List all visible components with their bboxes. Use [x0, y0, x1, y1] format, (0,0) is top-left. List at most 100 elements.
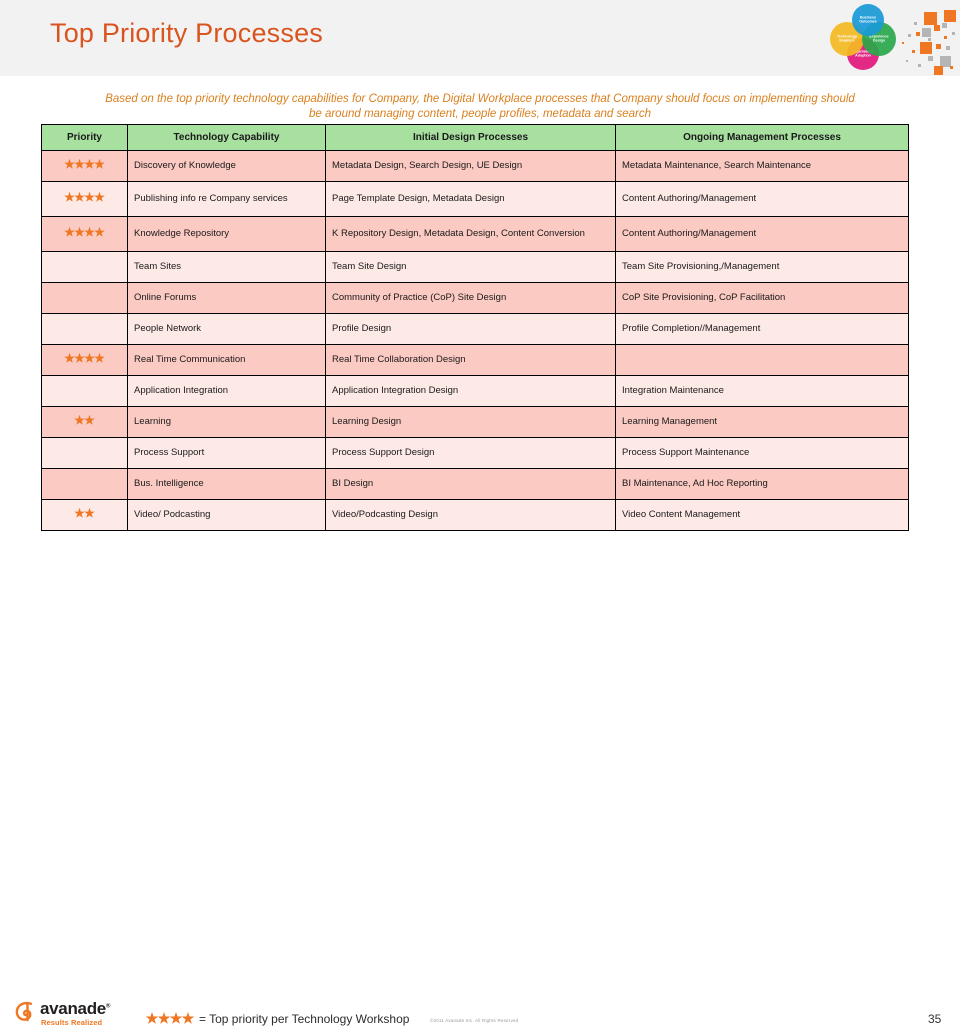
cell-capability: Publishing info re Company services	[127, 181, 326, 217]
cell-capability: Learning	[127, 406, 326, 438]
cell-priority	[41, 282, 128, 314]
cell-priority	[41, 150, 128, 182]
priority-matrix: Priority Technology Capability Initial D…	[41, 124, 909, 531]
priority-star-icon	[84, 158, 95, 169]
copyright-text: ©2011 Avanade Inc. All Rights Reserved	[430, 1018, 519, 1023]
priority-star-icon	[64, 352, 75, 363]
avanade-wordmark-text: avanade	[40, 999, 106, 1018]
cell-ongoing-management: Metadata Maintenance, Search Maintenance	[615, 150, 909, 182]
table-row: Discovery of Knowledge Metadata Design, S…	[41, 150, 909, 182]
venn-diagram-icon: Technology Enablers Organisation Adoption …	[828, 4, 908, 76]
motif-square	[928, 38, 931, 41]
priority-star-icon	[84, 352, 95, 363]
cell-capability: Online Forums	[127, 282, 326, 314]
table-row: Real Time Communication Real Time Collabo…	[41, 344, 909, 376]
table-row: Online Forums Community of Practice (CoP)…	[41, 282, 909, 314]
priority-star-icon	[74, 191, 85, 202]
motif-square	[934, 25, 940, 31]
corner-logo: Technology Enablers Organisation Adoption …	[820, 2, 960, 76]
avanade-tagline: Results Realized	[41, 1018, 103, 1027]
cell-ongoing-management: CoP Site Provisioning, CoP Facilitation	[615, 282, 909, 314]
priority-star-icon	[169, 1012, 183, 1024]
priority-star-icon	[74, 352, 85, 363]
motif-square	[934, 66, 943, 75]
table-header-row: Priority Technology Capability Initial D…	[41, 124, 909, 151]
cell-capability: Discovery of Knowledge	[127, 150, 326, 182]
motif-square	[914, 22, 917, 25]
cell-initial-design: Community of Practice (CoP) Site Design	[325, 282, 616, 314]
avanade-mark-icon	[15, 1001, 33, 1022]
cell-initial-design: K Repository Design, Metadata Design, Co…	[325, 216, 616, 252]
cell-ongoing-management: Profile Completion//Management	[615, 313, 909, 345]
priority-star-icon	[84, 191, 95, 202]
venn-label-technology: Technology Enablers	[837, 34, 857, 43]
motif-square	[902, 42, 904, 44]
priority-star-icon	[64, 191, 75, 202]
priority-star-icon	[94, 352, 105, 363]
col-header-priority: Priority	[41, 124, 128, 151]
footer: avanade® Results Realized = Top priority…	[0, 494, 960, 1027]
table-row: Process Support Process Support Design Pro…	[41, 437, 909, 469]
cell-initial-design: Team Site Design	[325, 251, 616, 283]
priority-star-icon	[74, 158, 85, 169]
priority-star-icon	[145, 1012, 159, 1024]
cell-capability: Team Sites	[127, 251, 326, 283]
motif-square	[908, 34, 911, 37]
table-row: Team Sites Team Site Design Team Site Prov…	[41, 251, 909, 283]
motif-square	[950, 66, 953, 69]
motif-square	[922, 28, 931, 37]
cell-initial-design: Application Integration Design	[325, 375, 616, 407]
priority-star-icon	[84, 226, 95, 237]
priority-star-icon	[74, 226, 85, 237]
cell-capability: Real Time Communication	[127, 344, 326, 376]
motif-square	[912, 50, 915, 53]
cell-priority	[41, 181, 128, 217]
cell-capability: People Network	[127, 313, 326, 345]
priority-matrix-table: Priority Technology Capability Initial D…	[41, 124, 909, 531]
cell-priority	[41, 406, 128, 438]
slide-root: Top Priority Processes Technology Enabler…	[0, 0, 960, 1027]
cell-initial-design: Real Time Collaboration Design	[325, 344, 616, 376]
cell-ongoing-management: Content Authoring/Management	[615, 216, 909, 252]
priority-star-icon	[94, 191, 105, 202]
table-row: Application Integration Application Integ…	[41, 375, 909, 407]
cell-capability: Knowledge Repository	[127, 216, 326, 252]
cell-priority	[41, 437, 128, 469]
cell-ongoing-management: Content Authoring/Management	[615, 181, 909, 217]
page-number: 35	[928, 1012, 942, 1026]
cell-capability: Process Support	[127, 437, 326, 469]
subtitle-text: Based on the top priority technology cap…	[105, 93, 855, 120]
motif-square	[936, 44, 941, 49]
venn-circle-business: Business Outcomes	[852, 4, 884, 36]
venn-label-business: Business Outcomes	[859, 15, 877, 24]
priority-star-icon	[64, 226, 75, 237]
cell-priority	[41, 375, 128, 407]
legend-label: = Top priority per Technology Workshop	[199, 1012, 410, 1026]
cell-ongoing-management: Integration Maintenance	[615, 375, 909, 407]
cell-initial-design: Profile Design	[325, 313, 616, 345]
cell-capability: Application Integration	[127, 375, 326, 407]
motif-square	[952, 32, 955, 35]
legend: = Top priority per Technology Workshop	[145, 1010, 410, 1028]
priority-star-icon	[94, 158, 105, 169]
legend-stars-icon	[145, 1010, 195, 1027]
cell-ongoing-management: Learning Management	[615, 406, 909, 438]
table-row: Publishing info re Company services Page …	[41, 181, 909, 217]
table-row: People Network Profile Design Profile Comp…	[41, 313, 909, 345]
priority-star-icon	[74, 414, 85, 425]
cell-priority	[41, 313, 128, 345]
motif-square	[944, 36, 947, 39]
motif-square	[946, 46, 950, 50]
motif-square	[906, 60, 908, 62]
table-row: Learning Learning Design Learning Manageme…	[41, 406, 909, 438]
cell-ongoing-management: Team Site Provisioning,/Management	[615, 251, 909, 283]
avanade-logo: avanade® Results Realized	[14, 997, 124, 1029]
cell-priority	[41, 216, 128, 252]
priority-star-icon	[157, 1012, 171, 1024]
col-header-ongoing: Ongoing Management Processes	[615, 124, 909, 151]
col-header-capability: Technology Capability	[127, 124, 326, 151]
motif-square	[924, 12, 937, 25]
motif-square	[928, 56, 933, 61]
priority-star-icon	[94, 226, 105, 237]
motif-square	[918, 64, 921, 67]
